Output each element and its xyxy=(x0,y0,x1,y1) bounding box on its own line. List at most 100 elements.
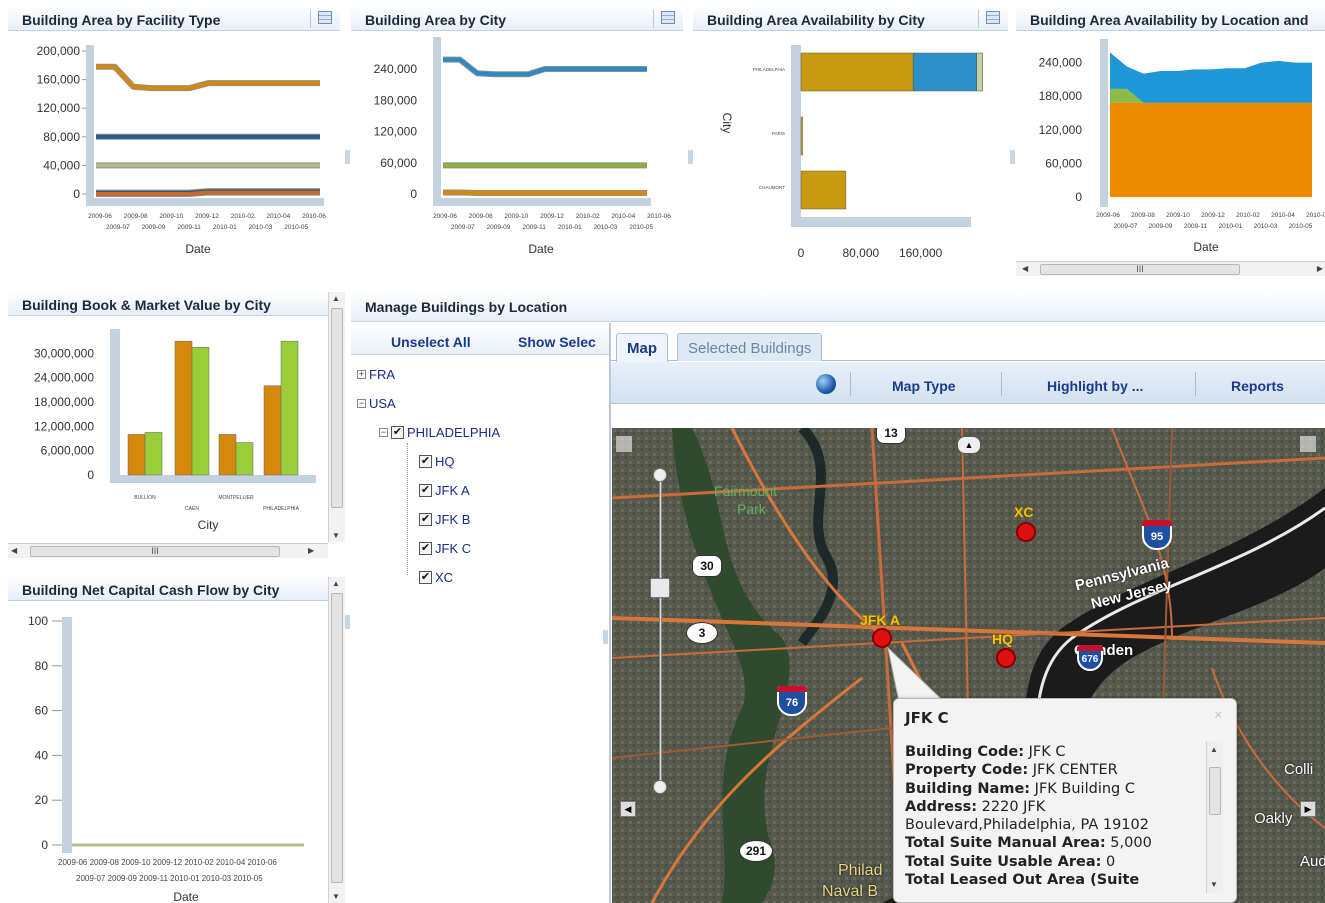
horizontal-scrollbar[interactable]: ◀ III ▶ xyxy=(8,543,328,558)
splitter-handle[interactable] xyxy=(345,615,350,629)
building-marker-hq[interactable] xyxy=(996,648,1016,668)
tree-label[interactable]: XC xyxy=(435,570,453,585)
checkbox-checked-icon[interactable]: ✔ xyxy=(391,426,404,439)
vertical-scrollbar[interactable]: ▲ ▼ xyxy=(328,292,345,542)
data-view-icon[interactable] xyxy=(978,10,1000,28)
x-tick-label: 2009-10 xyxy=(1166,212,1190,219)
collapse-icon[interactable]: − xyxy=(357,399,366,408)
tree-node-jfk-b[interactable]: ✔ JFK B xyxy=(419,512,470,527)
scroll-right-icon[interactable]: ▶ xyxy=(308,546,314,555)
series-line xyxy=(443,190,647,195)
zoom-out-icon[interactable] xyxy=(653,780,667,794)
tree-node-xc[interactable]: ✔ XC xyxy=(419,570,453,585)
y-tick-label: 18,000,000 xyxy=(34,395,94,409)
checkbox-checked-icon[interactable]: ✔ xyxy=(419,513,432,526)
x-tick-label: 2009-06 2009-08 2009-10 2009-12 2010-02 … xyxy=(58,858,277,867)
horizontal-scrollbar[interactable]: ◀ III ▶ xyxy=(1016,261,1325,276)
y-tick-label: CHAUMONT xyxy=(759,185,785,190)
collapse-icon[interactable]: − xyxy=(379,428,388,437)
tab-label[interactable]: Selected Buildings xyxy=(688,340,811,357)
panel-title: Building Book & Market Value by City xyxy=(22,297,271,313)
area-series xyxy=(1110,52,1312,103)
scrollbar-thumb[interactable]: III xyxy=(30,546,280,557)
scroll-left-icon[interactable]: ◀ xyxy=(11,546,17,555)
y-tick-label: 180,000 xyxy=(1039,89,1083,103)
toolbar-separator xyxy=(1195,372,1196,396)
popup-line: Address: 2220 JFK xyxy=(905,798,1046,815)
map-toolbar xyxy=(611,362,1325,404)
zoom-in-icon[interactable] xyxy=(653,468,667,482)
close-icon[interactable]: × xyxy=(1214,707,1222,722)
scroll-right-icon[interactable]: ▶ xyxy=(1317,264,1323,273)
x-tick-label: 2010-01 xyxy=(558,224,582,231)
checkbox-checked-icon[interactable]: ✔ xyxy=(419,455,432,468)
tab-map[interactable]: Map xyxy=(616,333,668,362)
popup-scrollbar[interactable]: ▲ ▼ xyxy=(1206,741,1223,893)
tree-node-usa[interactable]: − USA xyxy=(357,396,396,411)
interstate-76-icon: 76 xyxy=(777,686,807,716)
tree-node-hq[interactable]: ✔ HQ xyxy=(419,454,455,469)
data-view-icon[interactable] xyxy=(653,10,675,28)
scroll-up-icon[interactable]: ▲ xyxy=(1210,745,1218,754)
bar xyxy=(191,347,210,476)
zoom-slider-track[interactable] xyxy=(659,473,662,791)
show-selected-button[interactable]: Show Selec xyxy=(518,334,606,350)
splitter-handle[interactable] xyxy=(688,150,693,164)
tree-label[interactable]: JFK B xyxy=(435,512,470,527)
scroll-down-icon[interactable]: ▼ xyxy=(332,531,340,540)
scroll-up-icon[interactable]: ▲ xyxy=(332,579,340,588)
vertical-scrollbar[interactable]: ▲ ▼ xyxy=(328,577,345,903)
data-view-icon[interactable] xyxy=(310,10,332,28)
x-tick-label: 2009-10 xyxy=(159,213,183,220)
tree-label[interactable]: USA xyxy=(369,396,396,411)
axis-bar xyxy=(86,45,94,206)
y-tick-label: 100 xyxy=(28,614,48,628)
checkbox-checked-icon[interactable]: ✔ xyxy=(419,571,432,584)
checkbox-checked-icon[interactable]: ✔ xyxy=(419,542,432,555)
tree-label[interactable]: HQ xyxy=(435,454,455,469)
axis-bar xyxy=(1100,39,1108,207)
tree-label[interactable]: JFK A xyxy=(435,483,470,498)
location-tree: + FRA − USA − ✔ PHILADELPHIA ✔ HQ ✔ JFK A ✔ JFK… xyxy=(351,355,609,903)
pan-left-icon[interactable]: ◀ xyxy=(620,801,636,817)
map-label-naval: Naval B xyxy=(822,883,879,900)
pan-up-icon[interactable]: ▲ xyxy=(957,436,981,454)
splitter-handle[interactable] xyxy=(345,150,350,164)
expand-icon[interactable]: + xyxy=(357,370,366,379)
axis-bar xyxy=(86,198,324,206)
scroll-up-icon[interactable]: ▲ xyxy=(332,294,340,303)
tree-node-jfk-a[interactable]: ✔ JFK A xyxy=(419,483,470,498)
y-tick-label: 80,000 xyxy=(43,130,80,144)
scroll-down-icon[interactable]: ▼ xyxy=(332,892,340,901)
highlight-by-button[interactable]: Highlight by ... xyxy=(1047,378,1143,394)
tree-label[interactable]: FRA xyxy=(369,367,395,382)
map-type-button[interactable]: Map Type xyxy=(892,378,956,394)
tab-label[interactable]: Map xyxy=(627,340,657,357)
tree-label[interactable]: PHILADELPHIA xyxy=(407,425,500,440)
building-marker-xc[interactable] xyxy=(1016,522,1036,542)
scroll-down-icon[interactable]: ▼ xyxy=(1210,880,1218,889)
x-tick-label: PHILADELPHIA xyxy=(263,506,300,512)
tab-selected-buildings[interactable]: Selected Buildings xyxy=(677,333,823,361)
tree-node-jfk-c[interactable]: ✔ JFK C xyxy=(419,541,471,556)
pan-right-icon[interactable]: ▶ xyxy=(1300,801,1316,817)
reports-button[interactable]: Reports xyxy=(1231,378,1284,394)
tree-node-fra[interactable]: + FRA xyxy=(357,367,395,382)
scrollbar-thumb[interactable] xyxy=(331,308,343,508)
checkbox-checked-icon[interactable]: ✔ xyxy=(419,484,432,497)
x-tick-label: 2010-05 xyxy=(284,224,308,231)
tree-label[interactable]: JFK C xyxy=(435,541,471,556)
splitter-handle[interactable] xyxy=(1010,150,1015,164)
scroll-left-icon[interactable]: ◀ xyxy=(1022,264,1028,273)
y-tick-label: 180,000 xyxy=(374,93,418,107)
tree-node-philadelphia[interactable]: − ✔ PHILADELPHIA xyxy=(379,425,500,440)
scrollbar-thumb[interactable]: III xyxy=(1040,264,1240,275)
panel-area-by-city: Building Area by City 240,000 180,000 120,… xyxy=(351,7,683,277)
scrollbar-thumb[interactable] xyxy=(1209,767,1221,815)
globe-icon[interactable] xyxy=(816,374,836,394)
splitter-handle[interactable] xyxy=(603,630,608,644)
scrollbar-thumb[interactable] xyxy=(331,593,343,883)
zoom-handle[interactable] xyxy=(650,578,670,598)
toolbar-separator xyxy=(1001,372,1002,396)
unselect-all-button[interactable]: Unselect All xyxy=(391,334,471,350)
